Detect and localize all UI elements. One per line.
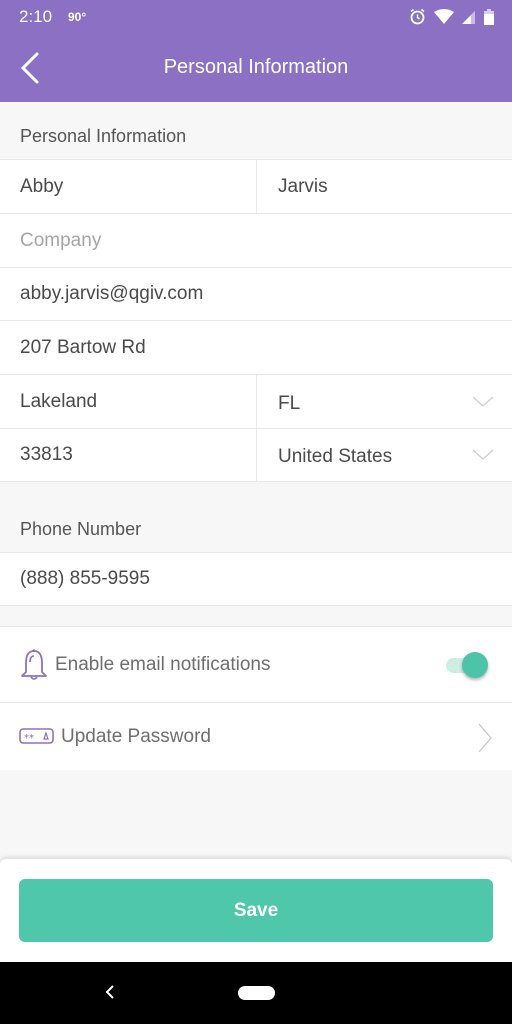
bell-icon	[21, 648, 47, 680]
password-icon: **	[19, 727, 54, 744]
state-select[interactable]: FL	[256, 375, 512, 428]
nav-back-icon[interactable]	[104, 984, 116, 1000]
email-row: abby.jarvis@qgiv.com	[0, 268, 512, 321]
country-select-value: United States	[278, 446, 393, 467]
email-notifications-label: Enable email notifications	[55, 653, 271, 675]
phone-row: (888) 855-9595	[0, 553, 512, 606]
bottom-action-panel: Save	[0, 859, 512, 962]
country-select[interactable]: United States	[256, 429, 512, 481]
chevron-right-icon	[478, 723, 492, 752]
address-row: 207 Bartow Rd	[0, 321, 512, 375]
chevron-down-icon	[472, 396, 494, 407]
alarm-icon	[410, 8, 425, 25]
email-notifications-row: Enable email notifications	[0, 627, 512, 703]
first-name-field[interactable]: Abby	[0, 160, 256, 213]
status-time: 2:10	[19, 7, 53, 26]
section-header-personal-info: Personal Information	[0, 102, 512, 160]
company-row: Company	[0, 214, 512, 268]
signal-icon	[462, 10, 475, 24]
chevron-down-icon	[472, 449, 494, 460]
address-field[interactable]: 207 Bartow Rd	[0, 321, 512, 374]
phone-field[interactable]: (888) 855-9595	[0, 553, 512, 605]
state-select-value: FL	[278, 392, 301, 414]
company-field[interactable]: Company	[0, 214, 512, 267]
section-divider	[0, 606, 512, 627]
city-state-row: Lakeland FL	[0, 375, 512, 429]
update-password-row[interactable]: ** Update Password	[0, 703, 512, 770]
name-row: Abby Jarvis	[0, 160, 512, 214]
status-bar: 2:10 90°	[0, 0, 512, 34]
city-field[interactable]: Lakeland	[0, 375, 256, 428]
svg-text:**: **	[24, 733, 34, 744]
update-password-label: Update Password	[61, 725, 211, 747]
nav-home-button[interactable]	[238, 986, 275, 1000]
app-bar: Personal Information	[0, 34, 512, 102]
zip-field[interactable]: 33813	[0, 429, 256, 481]
wifi-icon	[434, 8, 454, 24]
page-title: Personal Information	[163, 56, 349, 78]
last-name-field[interactable]: Jarvis	[256, 160, 512, 213]
battery-icon	[484, 8, 494, 25]
status-icons	[409, 8, 494, 25]
email-notifications-toggle[interactable]	[446, 651, 488, 678]
toggle-thumb	[462, 651, 488, 678]
section-header-phone-number: Phone Number	[0, 482, 512, 553]
system-nav-bar	[0, 962, 512, 1024]
zip-country-row: 33813 United States	[0, 429, 512, 482]
status-temperature: 90°	[68, 10, 87, 24]
email-field[interactable]: abby.jarvis@qgiv.com	[0, 268, 512, 320]
save-button[interactable]: Save	[19, 879, 493, 942]
